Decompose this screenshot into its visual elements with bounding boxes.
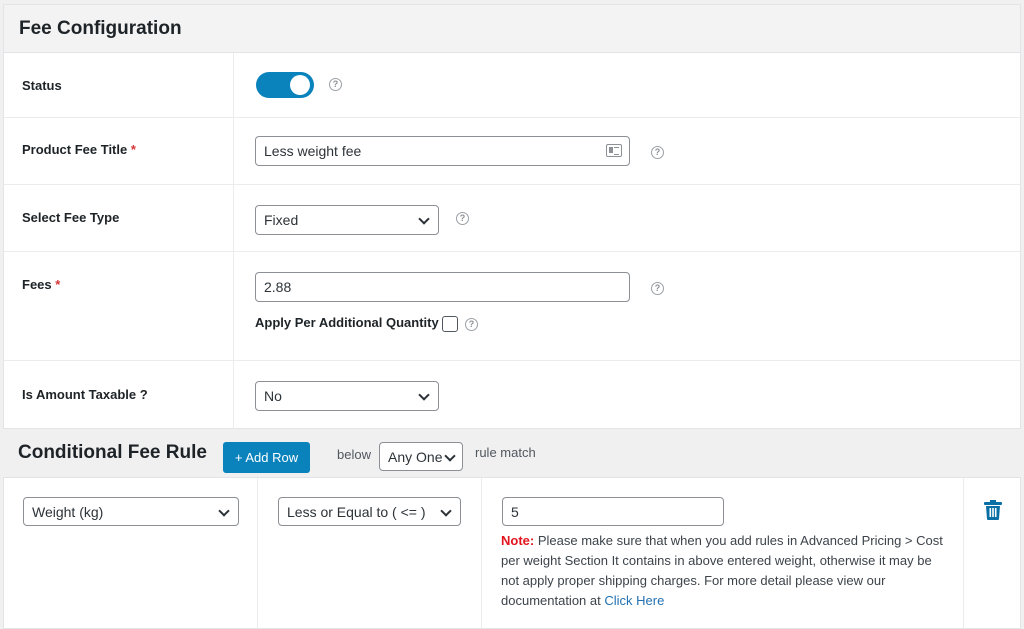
help-icon[interactable]: ?	[456, 212, 469, 225]
weight-note: Note: Please make sure that when you add…	[501, 531, 951, 611]
conditional-fee-rule-title: Conditional Fee Rule	[18, 442, 207, 463]
fee-configuration-header: Fee Configuration	[4, 5, 1020, 53]
contact-card-icon	[606, 144, 622, 157]
status-row: Status ?	[4, 53, 1020, 118]
fee-configuration-title: Fee Configuration	[19, 17, 182, 39]
trash-icon[interactable]	[984, 500, 1002, 520]
taxable-label: Is Amount Taxable ?	[22, 387, 148, 402]
documentation-link[interactable]: Click Here	[604, 593, 664, 608]
fee-type-label: Select Fee Type	[22, 210, 120, 225]
chevron-down-icon	[440, 505, 452, 517]
condition-select[interactable]: Weight (kg)	[23, 497, 239, 526]
taxable-row: Is Amount Taxable ? No	[4, 361, 1020, 429]
condition-value: Weight (kg)	[32, 503, 104, 520]
product-fee-title-input[interactable]: Less weight fee	[255, 136, 630, 166]
help-icon[interactable]: ?	[651, 146, 664, 159]
condition-cell: Weight (kg)	[4, 478, 258, 628]
chevron-down-icon	[218, 505, 230, 517]
actions-cell	[964, 478, 1021, 628]
fees-label: Fees	[22, 277, 52, 292]
rule-match-value: Any One	[388, 448, 443, 465]
apply-per-additional-quantity-checkbox[interactable]	[441, 315, 458, 332]
operator-value: Less or Equal to ( <= )	[287, 503, 426, 520]
operator-cell: Less or Equal to ( <= )	[258, 478, 482, 628]
rule-value: 5	[511, 503, 519, 520]
rule-value-input[interactable]: 5	[502, 497, 724, 526]
operator-select[interactable]: Less or Equal to ( <= )	[278, 497, 461, 526]
fee-type-select[interactable]: Fixed	[255, 205, 439, 235]
note-text: Please make sure that when you add rules…	[501, 533, 943, 608]
fee-type-value: Fixed	[264, 212, 299, 228]
fee-type-row: Select Fee Type Fixed ?	[4, 185, 1020, 252]
conditional-fee-rule-header: Conditional Fee Rule + Add Row below Any…	[3, 429, 1021, 477]
apply-per-additional-quantity: Apply Per Additional Quantity	[255, 315, 458, 332]
help-icon[interactable]: ?	[651, 282, 664, 295]
product-fee-title-label: Product Fee Title	[22, 142, 128, 157]
help-icon[interactable]: ?	[465, 318, 478, 331]
product-fee-title-row: Product Fee Title * Less weight fee ?	[4, 118, 1020, 185]
chevron-down-icon	[444, 450, 456, 462]
status-label: Status	[22, 78, 62, 93]
below-text: below	[337, 447, 371, 462]
toggle-knob	[290, 75, 310, 95]
apply-per-additional-quantity-label: Apply Per Additional Quantity	[255, 315, 439, 330]
chevron-down-icon	[418, 389, 430, 401]
required-mark: *	[55, 277, 61, 292]
status-label-cell: Status	[4, 53, 234, 117]
taxable-value: No	[264, 388, 282, 404]
rule-match-text: rule match	[475, 445, 536, 460]
taxable-select[interactable]: No	[255, 381, 439, 411]
add-row-button[interactable]: + Add Row	[223, 442, 310, 473]
fee-configuration-panel: Fee Configuration Status ? Product Fee T…	[3, 4, 1021, 429]
status-toggle[interactable]	[256, 72, 314, 98]
rule-row: Weight (kg) Less or Equal to ( <= ) 5 No…	[3, 477, 1021, 629]
note-label: Note:	[501, 533, 535, 548]
chevron-down-icon	[418, 213, 430, 225]
fees-value: 2.88	[264, 279, 292, 295]
product-fee-title-value: Less weight fee	[264, 143, 362, 159]
required-mark: *	[130, 142, 136, 157]
fees-input[interactable]: 2.88	[255, 272, 630, 302]
rule-match-select[interactable]: Any One	[379, 442, 463, 471]
help-icon[interactable]: ?	[329, 78, 342, 91]
fees-row: Fees * 2.88 ? Apply Per Additional Quant…	[4, 252, 1020, 361]
value-cell: 5 Note: Please make sure that when you a…	[482, 478, 964, 628]
